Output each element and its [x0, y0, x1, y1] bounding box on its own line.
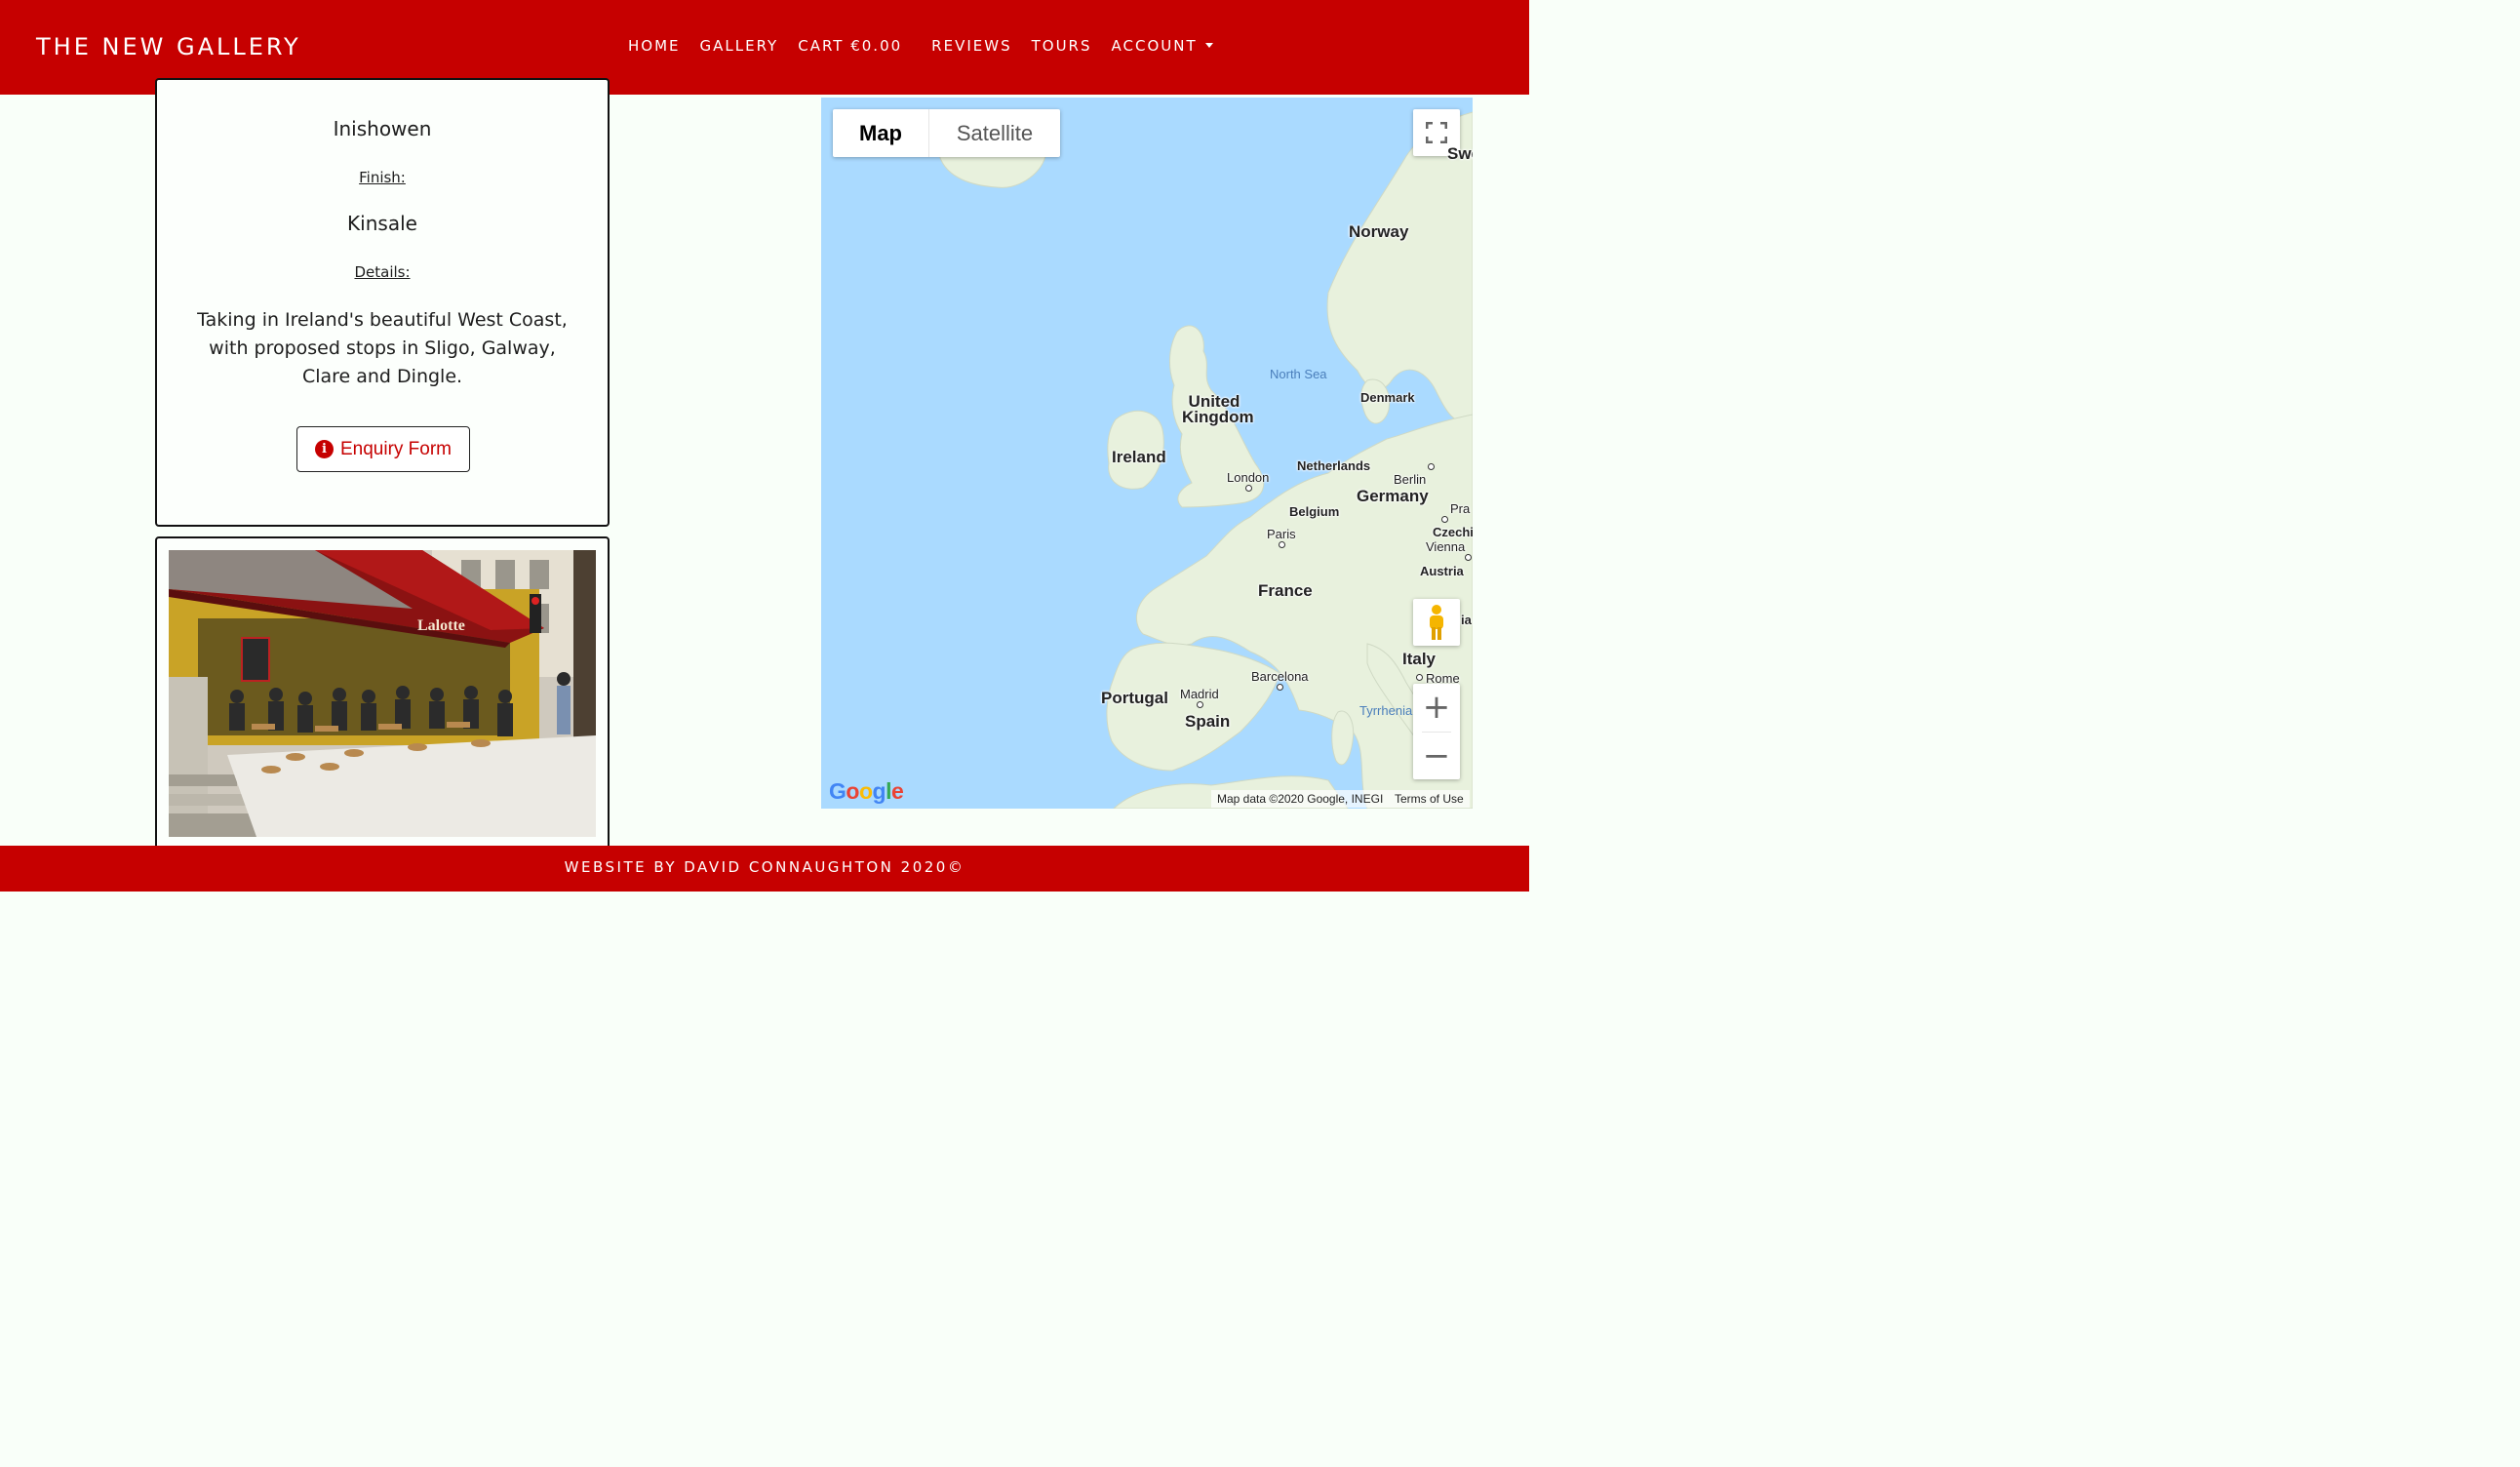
city-dot-madrid — [1197, 701, 1203, 708]
city-dot-vienna — [1465, 554, 1472, 561]
map-label-italy: Italy — [1402, 650, 1437, 668]
map-label-denmark: Denmark — [1360, 390, 1415, 405]
nav-home-link[interactable]: HOME — [628, 37, 681, 55]
finish-label: Finish: — [359, 169, 406, 186]
cafe-sign-text: Lalotte — [417, 617, 465, 634]
map-label-austria: Austria — [1420, 564, 1464, 578]
street-view-pegman-button[interactable] — [1413, 599, 1460, 646]
footer: WEBSITE BY DAVID CONNAUGHTON 2020© — [0, 846, 1529, 892]
city-dot-berlin — [1428, 463, 1435, 470]
map-label-madrid: Madrid — [1180, 687, 1219, 701]
nav-tours-link[interactable]: TOURS — [1032, 37, 1092, 55]
zoom-control: + − — [1413, 684, 1460, 779]
google-logo[interactable]: Google — [829, 778, 904, 805]
map-label-tyrrhenian-sea: Tyrrhenia — [1359, 703, 1413, 718]
map-label-vienna: Vienna — [1426, 539, 1466, 554]
caret-down-icon — [1204, 43, 1213, 48]
city-dot-paris — [1279, 541, 1285, 548]
nav-account-label: ACCOUNT — [1111, 37, 1198, 55]
map-label-sweden: Swe — [1447, 144, 1473, 163]
nav-account-dropdown[interactable]: ACCOUNT — [1112, 37, 1213, 55]
enquiry-button-label: Enquiry Form — [339, 438, 453, 459]
finish-place: Kinsale — [347, 212, 417, 235]
city-dot-london — [1245, 485, 1252, 492]
map-label-norway: Norway — [1349, 222, 1409, 241]
details-label: Details: — [354, 263, 411, 281]
map-attribution: Map data ©2020 Google, INEGI — [1211, 790, 1390, 808]
nav-gallery-link[interactable]: GALLERY — [700, 37, 779, 55]
tour-details: Taking in Ireland's beautiful West Coast… — [197, 309, 568, 387]
map-label-prague: Pra — [1450, 501, 1471, 516]
map-label-spain: Spain — [1185, 712, 1231, 731]
tour-card: Inishowen Finish: Kinsale Details: Takin… — [155, 78, 610, 527]
cafe-photo: Lalotte — [169, 550, 596, 837]
map-type-map-button[interactable]: Map — [833, 109, 929, 157]
city-dot-barcelona — [1277, 684, 1283, 691]
nav-cart-link[interactable]: CART €0.00 — [798, 37, 902, 55]
nav-reviews-link[interactable]: REVIEWS — [931, 37, 1011, 55]
map-label-ireland: Ireland — [1112, 448, 1166, 466]
city-dot-prague — [1441, 516, 1448, 523]
footer-credit: WEBSITE BY DAVID CONNAUGHTON 2020© — [564, 858, 965, 876]
map-type-control: Map Satellite — [833, 109, 1060, 157]
map-label-north-sea: North Sea — [1270, 367, 1327, 381]
info-circle-icon: i — [314, 440, 334, 458]
map-label-rome: Rome — [1426, 671, 1460, 686]
map-label-barcelona: Barcelona — [1251, 669, 1309, 684]
map-label-slovenia-partial: ia — [1461, 613, 1472, 627]
start-place: Inishowen — [333, 117, 432, 140]
map-label-germany: Germany — [1357, 487, 1429, 505]
city-dot-rome — [1416, 674, 1423, 681]
map-label-belgium: Belgium — [1289, 504, 1340, 519]
pegman-icon — [1430, 605, 1443, 640]
terms-of-use-link[interactable]: Terms of Use — [1389, 790, 1470, 808]
map-label-paris: Paris — [1267, 527, 1296, 541]
brand-logo-link[interactable]: THE NEW GALLERY — [36, 33, 301, 60]
google-map[interactable]: Map Satellite + − Norway Swe North Sea D… — [821, 98, 1473, 809]
map-label-berlin: Berlin — [1394, 472, 1427, 487]
fullscreen-icon — [1426, 122, 1447, 143]
nav-links: HOME GALLERY CART €0.00 REVIEWS TOURS AC… — [628, 37, 1233, 55]
map-label-portugal: Portugal — [1101, 689, 1168, 707]
zoom-out-button[interactable]: − — [1413, 732, 1460, 779]
map-label-france: France — [1258, 581, 1313, 600]
zoom-in-button[interactable]: + — [1413, 684, 1460, 732]
enquiry-form-button[interactable]: i Enquiry Form — [296, 426, 470, 472]
map-label-netherlands: Netherlands — [1297, 458, 1371, 473]
tour-image-card: Lalotte — [155, 536, 610, 858]
map-label-czechia: Czechi — [1433, 525, 1473, 539]
map-type-satellite-button[interactable]: Satellite — [929, 109, 1060, 157]
map-label-london: London — [1227, 470, 1270, 485]
map-label-united-kingdom: United Kingdom — [1182, 392, 1254, 426]
